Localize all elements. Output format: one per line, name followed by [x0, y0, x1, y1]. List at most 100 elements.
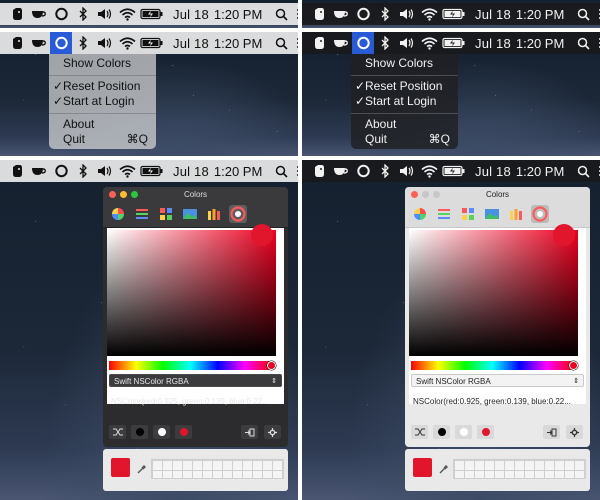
color-picker-app-icon[interactable] [352, 160, 374, 182]
volume-icon[interactable] [94, 3, 116, 25]
menubar-time[interactable]: 1:20 PM [214, 36, 262, 51]
crayons-icon[interactable] [205, 205, 223, 223]
search-icon[interactable] [572, 3, 594, 25]
window-titlebar[interactable]: Colors [103, 187, 288, 202]
evernote-icon[interactable] [6, 32, 28, 54]
saturation-brightness-square[interactable] [107, 230, 276, 356]
wifi-icon[interactable] [116, 32, 138, 54]
menu-item-start-at-login[interactable]: ✓ Start at Login [351, 94, 458, 109]
menu-item-quit[interactable]: Quit ⌘Q [351, 132, 458, 147]
color-picker-plugin-icon[interactable] [531, 205, 549, 223]
zoom-button[interactable] [433, 191, 440, 198]
gear-icon[interactable] [264, 425, 281, 439]
volume-icon[interactable] [396, 32, 418, 54]
list-icon[interactable] [594, 160, 600, 182]
evernote-icon[interactable] [6, 160, 28, 182]
menu-item-reset-position[interactable]: ✓ Reset Position [351, 79, 458, 94]
paste-icon[interactable] [241, 425, 258, 439]
search-icon[interactable] [572, 32, 594, 54]
crayons-icon[interactable] [507, 205, 525, 223]
color-picker-app-icon[interactable] [352, 32, 374, 54]
image-palettes-icon[interactable] [181, 205, 199, 223]
hue-slider[interactable] [411, 361, 574, 370]
color-picker-app-icon[interactable] [50, 3, 72, 25]
hue-slider-knob[interactable] [569, 361, 578, 370]
bluetooth-icon[interactable] [374, 32, 396, 54]
menu-item-show-colors[interactable]: Show Colors [49, 56, 156, 71]
color-code-output[interactable]: NSColor(red:0.925, green:0.139, blue:0.2… [411, 395, 584, 408]
wifi-icon[interactable] [418, 160, 440, 182]
eyedropper-icon[interactable] [136, 463, 148, 475]
format-select[interactable]: Swift NSColor RGBA ⇕ [109, 374, 282, 387]
search-icon[interactable] [572, 160, 594, 182]
list-icon[interactable] [292, 32, 298, 54]
coffee-cup-icon[interactable] [28, 32, 50, 54]
black-swatch-button[interactable] [433, 425, 450, 439]
bluetooth-icon[interactable] [374, 3, 396, 25]
menu-item-start-at-login[interactable]: ✓ Start at Login [49, 94, 156, 109]
menubar-time[interactable]: 1:20 PM [214, 7, 262, 22]
menubar-time[interactable]: 1:20 PM [516, 7, 564, 22]
swatch-grid[interactable] [453, 459, 586, 479]
image-palettes-icon[interactable] [483, 205, 501, 223]
menubar-date[interactable]: Jul 18 [173, 164, 209, 179]
bluetooth-icon[interactable] [72, 160, 94, 182]
color-sliders-icon[interactable] [133, 205, 151, 223]
color-palettes-icon[interactable] [157, 205, 175, 223]
color-picker-app-icon[interactable] [50, 160, 72, 182]
battery-charging-icon[interactable] [440, 3, 468, 25]
minimize-button[interactable] [422, 191, 429, 198]
current-color-well[interactable] [413, 458, 432, 477]
search-icon[interactable] [270, 32, 292, 54]
white-swatch-button[interactable] [455, 425, 472, 439]
shuffle-icon[interactable] [109, 425, 126, 439]
wifi-icon[interactable] [418, 32, 440, 54]
saturation-knob[interactable] [553, 224, 575, 246]
red-swatch-button[interactable] [175, 425, 192, 439]
minimize-button[interactable] [120, 191, 127, 198]
wifi-icon[interactable] [116, 160, 138, 182]
color-wheel-icon[interactable] [411, 205, 429, 223]
volume-icon[interactable] [396, 3, 418, 25]
color-wheel-icon[interactable] [109, 205, 127, 223]
format-select[interactable]: Swift NSColor RGBA ⇕ [411, 374, 584, 387]
color-code-output[interactable]: NSColor(red:0.925, green:0.139, blue:0.2… [109, 395, 282, 408]
search-icon[interactable] [270, 160, 292, 182]
paste-icon[interactable] [543, 425, 560, 439]
list-icon[interactable] [594, 32, 600, 54]
wifi-icon[interactable] [418, 3, 440, 25]
search-icon[interactable] [270, 3, 292, 25]
menubar-date[interactable]: Jul 18 [475, 164, 511, 179]
color-picker-plugin-icon[interactable] [229, 205, 247, 223]
menu-item-reset-position[interactable]: ✓ Reset Position [49, 79, 156, 94]
battery-charging-icon[interactable] [440, 160, 468, 182]
volume-icon[interactable] [94, 160, 116, 182]
menubar-date[interactable]: Jul 18 [173, 7, 209, 22]
bluetooth-icon[interactable] [374, 160, 396, 182]
battery-charging-icon[interactable] [138, 32, 166, 54]
coffee-cup-icon[interactable] [330, 3, 352, 25]
coffee-cup-icon[interactable] [28, 3, 50, 25]
swatch-grid[interactable] [151, 459, 284, 479]
window-titlebar[interactable]: Colors [405, 187, 590, 202]
menubar-date[interactable]: Jul 18 [173, 36, 209, 51]
wifi-icon[interactable] [116, 3, 138, 25]
menubar-time[interactable]: 1:20 PM [214, 164, 262, 179]
list-icon[interactable] [292, 3, 298, 25]
list-icon[interactable] [292, 160, 298, 182]
volume-icon[interactable] [94, 32, 116, 54]
hue-slider[interactable] [109, 361, 272, 370]
close-button[interactable] [411, 191, 418, 198]
eyedropper-icon[interactable] [438, 463, 450, 475]
evernote-icon[interactable] [308, 3, 330, 25]
white-swatch-button[interactable] [153, 425, 170, 439]
saturation-brightness-square[interactable] [409, 230, 578, 356]
battery-charging-icon[interactable] [138, 3, 166, 25]
current-color-well[interactable] [111, 458, 130, 477]
color-picker-app-icon[interactable] [352, 3, 374, 25]
gear-icon[interactable] [566, 425, 583, 439]
menubar-time[interactable]: 1:20 PM [516, 36, 564, 51]
coffee-cup-icon[interactable] [28, 160, 50, 182]
menu-item-about[interactable]: About [351, 117, 458, 132]
coffee-cup-icon[interactable] [330, 160, 352, 182]
